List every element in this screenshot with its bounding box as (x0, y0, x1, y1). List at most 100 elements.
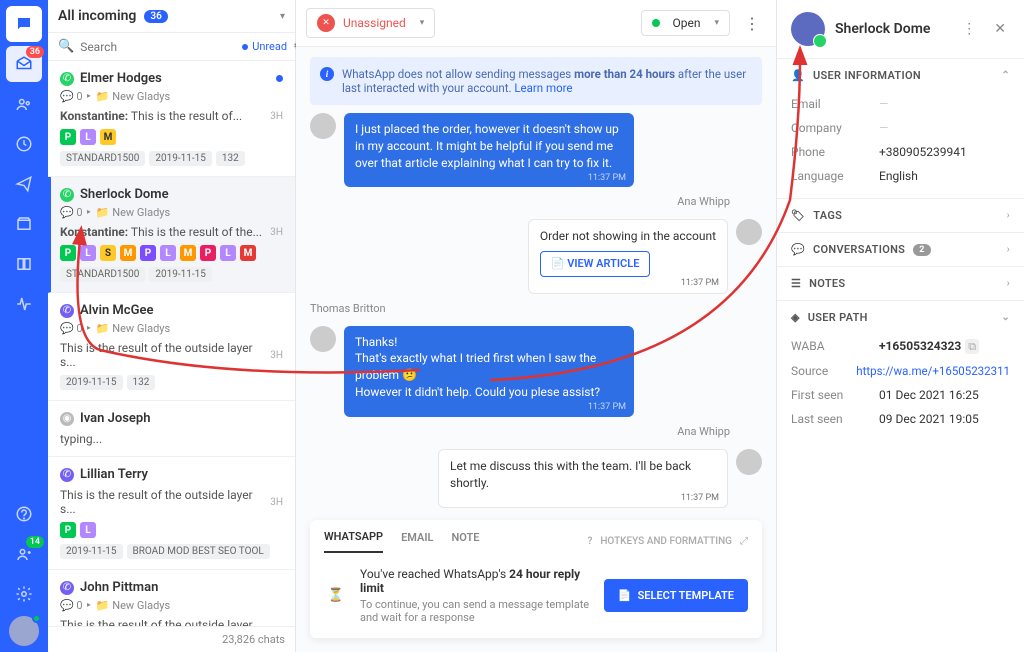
help-icon: ? (587, 536, 592, 547)
tag-chip: STANDARD1500 (60, 267, 145, 282)
contact-more-icon[interactable]: ⋮ (958, 21, 980, 37)
view-article-button[interactable]: 📄 VIEW ARTICLE (540, 251, 651, 276)
more-menu-icon[interactable]: ⋮ (738, 14, 766, 33)
learn-more-link[interactable]: Learn more (514, 81, 572, 95)
nav-archive-icon[interactable] (6, 206, 42, 242)
conv-snippet: Konstantine: This is the result of... (60, 109, 242, 123)
wa-channel-icon: ✆ (60, 188, 74, 202)
segment-badge: M (120, 245, 136, 261)
tag-chip: 132 (127, 375, 156, 390)
chat-icon: 💬 (791, 243, 805, 256)
nav-help-icon[interactable] (6, 496, 42, 532)
nav-settings-icon[interactable] (6, 576, 42, 612)
nav-send-icon[interactable] (6, 166, 42, 202)
sender-avatar (310, 326, 336, 352)
conversation-list: ✆ Elmer Hodges 💬 0 ‣📁 New Gladys Konstan… (48, 61, 295, 626)
vb-channel-icon: ✆ (60, 304, 74, 318)
nav-book-icon[interactable] (6, 246, 42, 282)
tag-chip: 2019-11-15 (149, 267, 212, 282)
tab-whatsapp[interactable]: WHATSAPP (324, 530, 383, 553)
message-sender: Ana Whipp (310, 425, 730, 438)
nav-inbox-icon[interactable]: 36 (6, 46, 42, 82)
vb-channel-icon: ✆ (60, 468, 74, 482)
source-link[interactable]: https://wa.me/+16505232311 (856, 364, 1010, 378)
section-tags[interactable]: 🏷TAGS› (777, 199, 1024, 232)
conv-snippet: typing... (60, 432, 102, 446)
segment-badge: M (100, 129, 116, 145)
nav-activity-icon[interactable] (6, 286, 42, 322)
section-notes[interactable]: ☰NOTES› (777, 267, 1024, 300)
nav-team-icon[interactable] (6, 86, 42, 122)
conv-snippet: Konstantine: This is the result of the..… (60, 225, 262, 239)
inbox-badge: 36 (26, 46, 44, 58)
tag-chip: 2019-11-15 (60, 544, 123, 559)
section-userpath[interactable]: ◈USER PATH⌄ (777, 301, 1024, 334)
user-icon: 👤 (791, 69, 805, 82)
conversation-item[interactable]: ✆ Lillian Terry This is the result of th… (48, 457, 295, 570)
conv-meta: 💬 0 ‣📁 New Gladys (60, 90, 283, 103)
select-template-button[interactable]: 📄SELECT TEMPLATE (604, 579, 748, 612)
nav-addteam-icon[interactable]: 14 (6, 536, 42, 572)
conv-time: 3H (270, 350, 283, 361)
whatsapp-notice: WhatsApp does not allow sending messages… (310, 57, 762, 105)
message-row: Order not showing in the account📄 VIEW A… (310, 219, 762, 293)
close-panel-icon[interactable]: ✕ (990, 21, 1010, 37)
conversation-item[interactable]: ✆ Sherlock Dome 💬 0 ‣📁 New Gladys Konsta… (48, 177, 295, 293)
section-userinfo[interactable]: 👤 USER INFORMATION ⌃ (777, 59, 1024, 92)
conversation-item[interactable]: ✆ Alvin McGee 💬 0 ‣📁 New Gladys This is … (48, 293, 295, 401)
message-sender: Thomas Britton (310, 302, 730, 315)
message-row: Thanks!That's exactly what I tried first… (310, 326, 762, 417)
presence-dot (32, 614, 41, 623)
section-conversations[interactable]: 💬CONVERSATIONS2› (777, 233, 1024, 266)
composer-limit-desc: To continue, you can send a message temp… (360, 598, 592, 624)
team-badge: 14 (26, 536, 44, 548)
expand-icon[interactable]: ⤢ (740, 536, 748, 547)
segment-badge: L (220, 245, 236, 261)
message-bubble: I just placed the order, however it does… (344, 113, 634, 187)
unread-dot (276, 75, 283, 82)
conv-meta: 💬 0 ‣📁 New Gladys (60, 322, 283, 335)
copy-icon[interactable]: ⧉ (965, 339, 979, 354)
template-icon: 📄 (618, 589, 632, 602)
nav-profile-avatar[interactable] (9, 616, 39, 646)
conv-snippet: This is the result of the outside layer … (60, 341, 270, 369)
conv-meta: 💬 0 ‣📁 New Gladys (60, 206, 283, 219)
chevron-down-icon: ▾ (280, 11, 285, 22)
conversation-item[interactable]: ✆ John Pittman 💬 0 ‣📁 New Gladys This is… (48, 570, 295, 626)
nav-chat-icon[interactable] (6, 6, 42, 42)
path-icon: ◈ (791, 311, 800, 324)
segment-badge: L (80, 129, 96, 145)
vb-channel-icon: ✆ (60, 581, 74, 595)
inbox-count: 36 (144, 10, 167, 23)
status-selector[interactable]: Open▾ (641, 10, 730, 36)
inbox-title: All incoming (58, 8, 136, 24)
message-time: 11:37 PM (681, 277, 719, 290)
unread-filter[interactable]: Unread (242, 40, 287, 53)
conv-name: Lillian Terry (80, 467, 148, 482)
note-icon: ☰ (791, 277, 801, 290)
segment-badge: P (60, 522, 76, 538)
generic-channel-icon: ◉ (60, 412, 74, 426)
search-input[interactable] (80, 40, 236, 54)
conversation-item[interactable]: ◉ Ivan Joseph typing... (48, 401, 295, 457)
inbox-selector[interactable]: All incoming 36 ▾ (48, 0, 295, 33)
message-time: 11:37 PM (681, 492, 719, 505)
tag-chip: 132 (216, 151, 245, 166)
segment-badge: P (140, 245, 156, 261)
message-time: 11:37 PM (588, 172, 626, 185)
nav-clock-icon[interactable] (6, 126, 42, 162)
conversation-item[interactable]: ✆ Elmer Hodges 💬 0 ‣📁 New Gladys Konstan… (48, 61, 295, 177)
conv-name: Ivan Joseph (80, 411, 150, 426)
whatsapp-channel-icon (813, 34, 827, 48)
contact-name: Sherlock Dome (835, 21, 948, 37)
message-bubble: Thanks!That's exactly what I tried first… (344, 326, 634, 417)
message-bubble: Let me discuss this with the team. I'll … (438, 449, 728, 509)
tag-icon: 🏷 (791, 209, 805, 222)
tab-note[interactable]: NOTE (451, 531, 479, 552)
conv-snippet: This is the result of the outside layer … (60, 618, 270, 626)
composer-tabs: WHATSAPP EMAIL NOTE ?HOTKEYS AND FORMATT… (310, 520, 762, 553)
message-row: I just placed the order, however it does… (310, 113, 762, 187)
segment-badge: S (100, 245, 116, 261)
tab-email[interactable]: EMAIL (401, 531, 433, 552)
assignee-selector[interactable]: Unassigned▾ (306, 8, 435, 38)
